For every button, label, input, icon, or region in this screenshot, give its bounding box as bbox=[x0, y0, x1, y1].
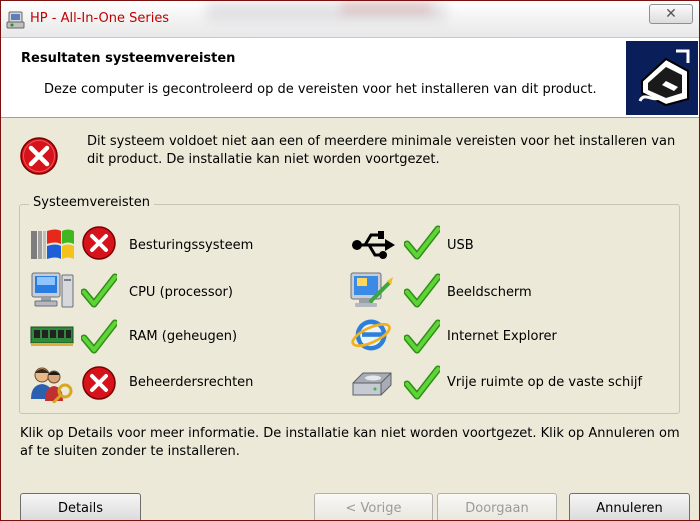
requirement-label: CPU (processor) bbox=[129, 285, 233, 300]
wizard-header: Resultaten systeemvereisten Deze compute… bbox=[1, 38, 699, 118]
pass-status-icon bbox=[81, 273, 117, 308]
requirement-label: RAM (geheugen) bbox=[129, 329, 238, 344]
pass-status-icon bbox=[404, 273, 440, 308]
details-button[interactable]: Details bbox=[20, 493, 141, 520]
installer-window: HP - All-In-One Series ✕ Resultaten syst… bbox=[0, 0, 700, 521]
error-message: Dit systeem voldoet niet aan een of meer… bbox=[87, 134, 676, 167]
computer-setup-logo-icon bbox=[626, 41, 698, 115]
pass-status-icon bbox=[404, 319, 440, 354]
usb-icon bbox=[352, 231, 395, 259]
page-subtitle: Deze computer is gecontroleerd op de ver… bbox=[44, 82, 597, 97]
hard-disk-icon bbox=[352, 372, 392, 396]
back-button-label: < Vorige bbox=[345, 500, 402, 516]
requirement-label: USB bbox=[447, 238, 474, 253]
close-icon: ✕ bbox=[665, 6, 677, 22]
back-button[interactable]: < Vorige bbox=[314, 493, 433, 520]
page-title: Resultaten systeemvereisten bbox=[21, 51, 236, 66]
cancel-button[interactable]: Annuleren bbox=[569, 493, 690, 520]
memory-module-icon bbox=[30, 326, 74, 346]
next-button-label: Doorgaan bbox=[465, 500, 529, 516]
close-button[interactable]: ✕ bbox=[649, 4, 693, 24]
cancel-button-label: Annuleren bbox=[596, 500, 663, 516]
requirement-label: Besturingssysteem bbox=[129, 238, 254, 253]
admin-users-key-icon bbox=[31, 367, 73, 403]
requirements-group-label: Systeemvereisten bbox=[29, 195, 154, 210]
title-bar[interactable]: HP - All-In-One Series ✕ bbox=[1, 1, 699, 38]
requirement-label: Beheerdersrechten bbox=[129, 375, 254, 390]
internet-explorer-icon bbox=[351, 319, 391, 351]
footer-message: Klik op Details voor meer informatie. De… bbox=[20, 426, 680, 459]
pass-status-icon bbox=[81, 319, 117, 354]
computer-icon bbox=[31, 272, 74, 308]
window-title: HP - All-In-One Series bbox=[30, 11, 170, 26]
requirement-label: Beeldscherm bbox=[447, 285, 532, 300]
windows-flag-icon bbox=[31, 229, 74, 259]
pass-status-icon bbox=[404, 365, 440, 400]
hp-installer-icon bbox=[6, 11, 25, 29]
details-button-label: Details bbox=[57, 500, 104, 516]
error-icon bbox=[20, 137, 58, 175]
pass-status-icon bbox=[404, 225, 440, 260]
requirement-label: Vrije ruimte op de vaste schijf bbox=[447, 375, 643, 390]
fail-status-icon bbox=[82, 366, 116, 400]
next-button[interactable]: Doorgaan bbox=[437, 493, 557, 520]
display-icon bbox=[350, 272, 393, 307]
requirement-label: Internet Explorer bbox=[447, 329, 557, 344]
fail-status-icon bbox=[82, 226, 116, 260]
